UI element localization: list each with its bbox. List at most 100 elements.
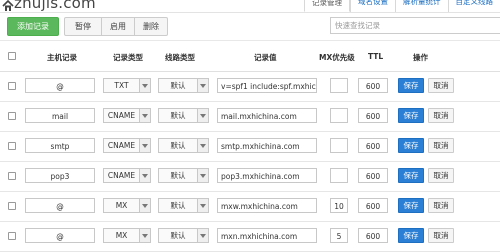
record-type-select[interactable]: CNAME bbox=[103, 138, 151, 153]
tab-custom-lines[interactable]: 自定义线路 bbox=[448, 0, 500, 12]
row-checkbox[interactable] bbox=[8, 142, 16, 150]
column-header-mx: MX优先级 bbox=[319, 52, 355, 63]
record-value-field[interactable]: v=spf1 include:spf.mxhichi bbox=[217, 78, 317, 93]
tab-resolution-stats[interactable]: 解析量统计 bbox=[395, 0, 448, 12]
save-button[interactable]: 保存 bbox=[398, 228, 424, 243]
table-row: @ MX 默认 mxw.mxhichina.com 10 600 保存 取消 bbox=[0, 191, 500, 222]
chevron-down-icon[interactable] bbox=[197, 109, 208, 122]
chevron-down-icon[interactable] bbox=[139, 199, 150, 212]
host-field[interactable]: @ bbox=[25, 78, 95, 93]
save-button[interactable]: 保存 bbox=[398, 168, 424, 183]
ttl-field[interactable]: 600 bbox=[358, 78, 388, 93]
record-type-value: CNAME bbox=[104, 169, 139, 182]
chevron-down-icon[interactable] bbox=[139, 169, 150, 182]
domain-title: zhujis.com bbox=[14, 0, 96, 12]
line-type-select[interactable]: 默认 bbox=[158, 168, 209, 183]
pause-button[interactable]: 暂停 bbox=[64, 17, 102, 36]
line-type-value: 默认 bbox=[159, 79, 197, 92]
delete-button[interactable]: 删除 bbox=[135, 17, 168, 36]
record-type-select[interactable]: MX bbox=[103, 228, 151, 243]
cancel-button[interactable]: 取消 bbox=[428, 138, 454, 153]
mx-priority-field[interactable] bbox=[330, 108, 348, 123]
cancel-button[interactable]: 取消 bbox=[428, 228, 454, 243]
host-field[interactable]: @ bbox=[25, 228, 95, 243]
line-type-select[interactable]: 默认 bbox=[158, 108, 209, 123]
cancel-button[interactable]: 取消 bbox=[428, 198, 454, 213]
mx-priority-field[interactable] bbox=[330, 78, 348, 93]
line-type-select[interactable]: 默认 bbox=[158, 78, 209, 93]
line-type-value: 默认 bbox=[159, 109, 197, 122]
line-type-value: 默认 bbox=[159, 139, 197, 152]
row-checkbox[interactable] bbox=[8, 112, 16, 120]
chevron-down-icon[interactable] bbox=[139, 139, 150, 152]
tab-record-management[interactable]: 记录管理 bbox=[304, 0, 350, 12]
record-value-field[interactable]: mxn.mxhichina.com bbox=[217, 228, 317, 243]
table-row: @ MX 默认 mxn.mxhichina.com 5 600 保存 取消 bbox=[0, 221, 500, 252]
ttl-field[interactable]: 600 bbox=[358, 198, 388, 213]
table-row: mail CNAME 默认 mail.mxhichina.com 600 保存 … bbox=[0, 101, 500, 132]
record-action-group: 暂停 启用 删除 bbox=[64, 17, 168, 36]
row-checkbox[interactable] bbox=[8, 202, 16, 210]
chevron-down-icon[interactable] bbox=[197, 139, 208, 152]
line-type-select[interactable]: 默认 bbox=[158, 228, 209, 243]
record-type-select[interactable]: CNAME bbox=[103, 168, 151, 183]
record-type-select[interactable]: MX bbox=[103, 198, 151, 213]
line-type-value: 默认 bbox=[159, 229, 197, 242]
enable-button[interactable]: 启用 bbox=[102, 17, 135, 36]
page-header: zhujis.com 记录管理 域名设置 解析量统计 自定义线路 bbox=[0, 0, 500, 13]
row-checkbox[interactable] bbox=[8, 232, 16, 240]
line-type-select[interactable]: 默认 bbox=[158, 138, 209, 153]
cancel-button[interactable]: 取消 bbox=[428, 78, 454, 93]
ttl-field[interactable]: 600 bbox=[358, 108, 388, 123]
host-field[interactable]: pop3 bbox=[25, 168, 95, 183]
chevron-down-icon[interactable] bbox=[197, 199, 208, 212]
chevron-down-icon[interactable] bbox=[197, 229, 208, 242]
record-type-select[interactable]: TXT bbox=[103, 78, 151, 93]
record-type-value: TXT bbox=[104, 79, 139, 92]
column-header-value: 记录值 bbox=[254, 52, 277, 63]
column-header-line: 线路类型 bbox=[165, 52, 195, 63]
mx-priority-field[interactable]: 10 bbox=[330, 198, 348, 213]
chevron-down-icon[interactable] bbox=[139, 109, 150, 122]
chevron-down-icon[interactable] bbox=[139, 229, 150, 242]
chevron-down-icon[interactable] bbox=[197, 79, 208, 92]
column-header-type: 记录类型 bbox=[113, 52, 143, 63]
chevron-down-icon[interactable] bbox=[139, 79, 150, 92]
column-header-ops: 操作 bbox=[413, 52, 428, 63]
row-checkbox[interactable] bbox=[8, 172, 16, 180]
ttl-field[interactable]: 600 bbox=[358, 228, 388, 243]
ttl-field[interactable]: 600 bbox=[358, 168, 388, 183]
row-checkbox[interactable] bbox=[8, 82, 16, 90]
line-type-select[interactable]: 默认 bbox=[158, 198, 209, 213]
table-row: smtp CNAME 默认 smtp.mxhichina.com 600 保存 … bbox=[0, 131, 500, 162]
select-all-checkbox[interactable] bbox=[8, 52, 16, 60]
mx-priority-field[interactable] bbox=[330, 138, 348, 153]
save-button[interactable]: 保存 bbox=[398, 108, 424, 123]
host-field[interactable]: @ bbox=[25, 198, 95, 213]
mx-priority-field[interactable]: 5 bbox=[330, 228, 348, 243]
record-value-field[interactable]: pop3.mxhichina.com bbox=[217, 168, 317, 183]
save-button[interactable]: 保存 bbox=[398, 78, 424, 93]
tab-domain-settings[interactable]: 域名设置 bbox=[350, 0, 395, 12]
add-record-button[interactable]: 添加记录 bbox=[7, 17, 59, 36]
cancel-button[interactable]: 取消 bbox=[428, 168, 454, 183]
host-field[interactable]: smtp bbox=[25, 138, 95, 153]
column-header-ttl: TTL bbox=[368, 52, 383, 61]
record-type-value: MX bbox=[104, 229, 139, 242]
chevron-down-icon[interactable] bbox=[197, 169, 208, 182]
record-value-field[interactable]: mxw.mxhichina.com bbox=[217, 198, 317, 213]
record-value-field[interactable]: mail.mxhichina.com bbox=[217, 108, 317, 123]
host-field[interactable]: mail bbox=[25, 108, 95, 123]
mx-priority-field[interactable] bbox=[330, 168, 348, 183]
ttl-field[interactable]: 600 bbox=[358, 138, 388, 153]
home-icon[interactable] bbox=[2, 0, 14, 11]
cancel-button[interactable]: 取消 bbox=[428, 108, 454, 123]
line-type-value: 默认 bbox=[159, 199, 197, 212]
record-type-value: CNAME bbox=[104, 139, 139, 152]
search-input[interactable]: 快速查找记录 bbox=[330, 17, 500, 34]
save-button[interactable]: 保存 bbox=[398, 138, 424, 153]
save-button[interactable]: 保存 bbox=[398, 198, 424, 213]
record-value-field[interactable]: smtp.mxhichina.com bbox=[217, 138, 317, 153]
record-type-select[interactable]: CNAME bbox=[103, 108, 151, 123]
table-header: 主机记录 记录类型 线路类型 记录值 MX优先级 TTL 操作 bbox=[0, 40, 500, 72]
